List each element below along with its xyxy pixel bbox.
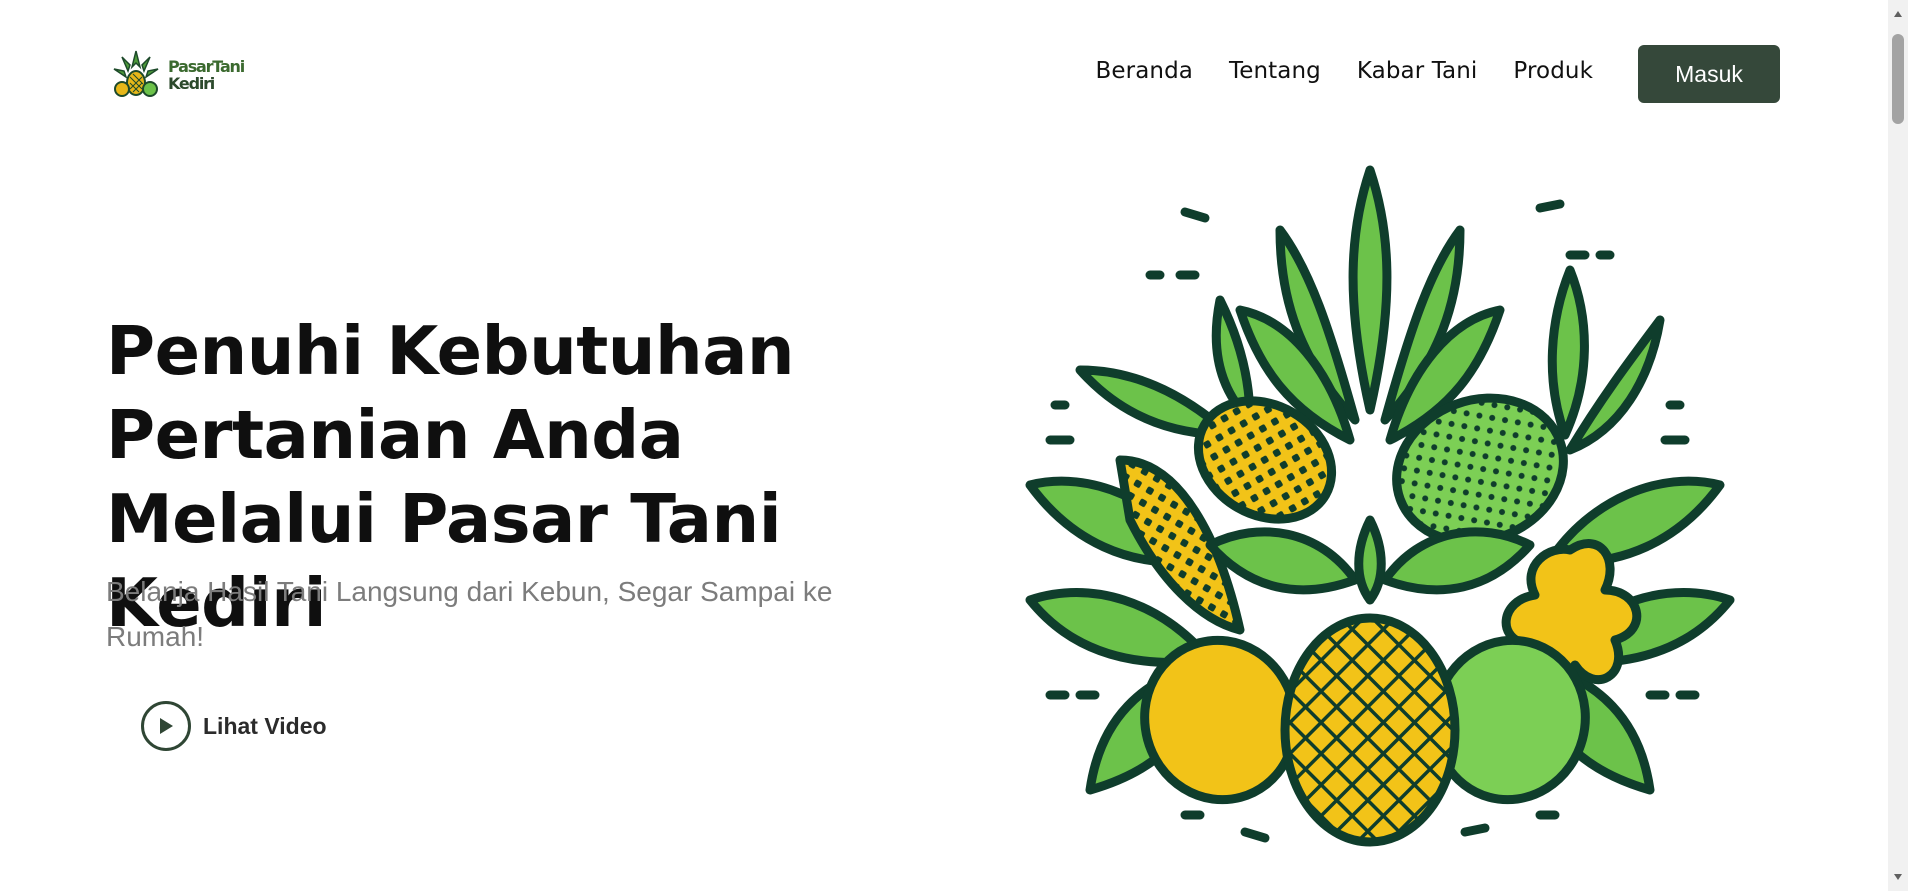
nav-beranda[interactable]: Beranda xyxy=(1096,58,1193,84)
scroll-up-icon[interactable] xyxy=(1892,8,1904,20)
scroll-down-icon[interactable] xyxy=(1892,871,1904,883)
hero-subtitle: Belanja Hasil Tani Langsung dari Kebun, … xyxy=(106,576,833,652)
logo-line-2: Kediri xyxy=(168,74,215,93)
watch-video-button[interactable]: Lihat Video xyxy=(141,701,327,751)
logo-line-1: PasarTani xyxy=(168,57,245,76)
nav-tentang[interactable]: Tentang xyxy=(1229,58,1321,84)
nav-produk[interactable]: Produk xyxy=(1513,58,1593,84)
fruit-bouquet-illustration xyxy=(1025,165,1735,847)
watch-video-label: Lihat Video xyxy=(203,712,327,739)
scroll-thumb[interactable] xyxy=(1892,34,1904,124)
play-icon xyxy=(141,701,191,751)
site-logo[interactable]: PasarTani Kediri xyxy=(108,47,245,103)
logo-text: PasarTani Kediri xyxy=(168,57,245,93)
page-scrollbar[interactable] xyxy=(1888,0,1908,891)
nav-kabar-tani[interactable]: Kabar Tani xyxy=(1357,58,1478,84)
logo-icon xyxy=(113,50,159,97)
main-nav: Beranda Tentang Kabar Tani Produk xyxy=(1096,58,1593,84)
login-button[interactable]: Masuk xyxy=(1638,45,1780,103)
